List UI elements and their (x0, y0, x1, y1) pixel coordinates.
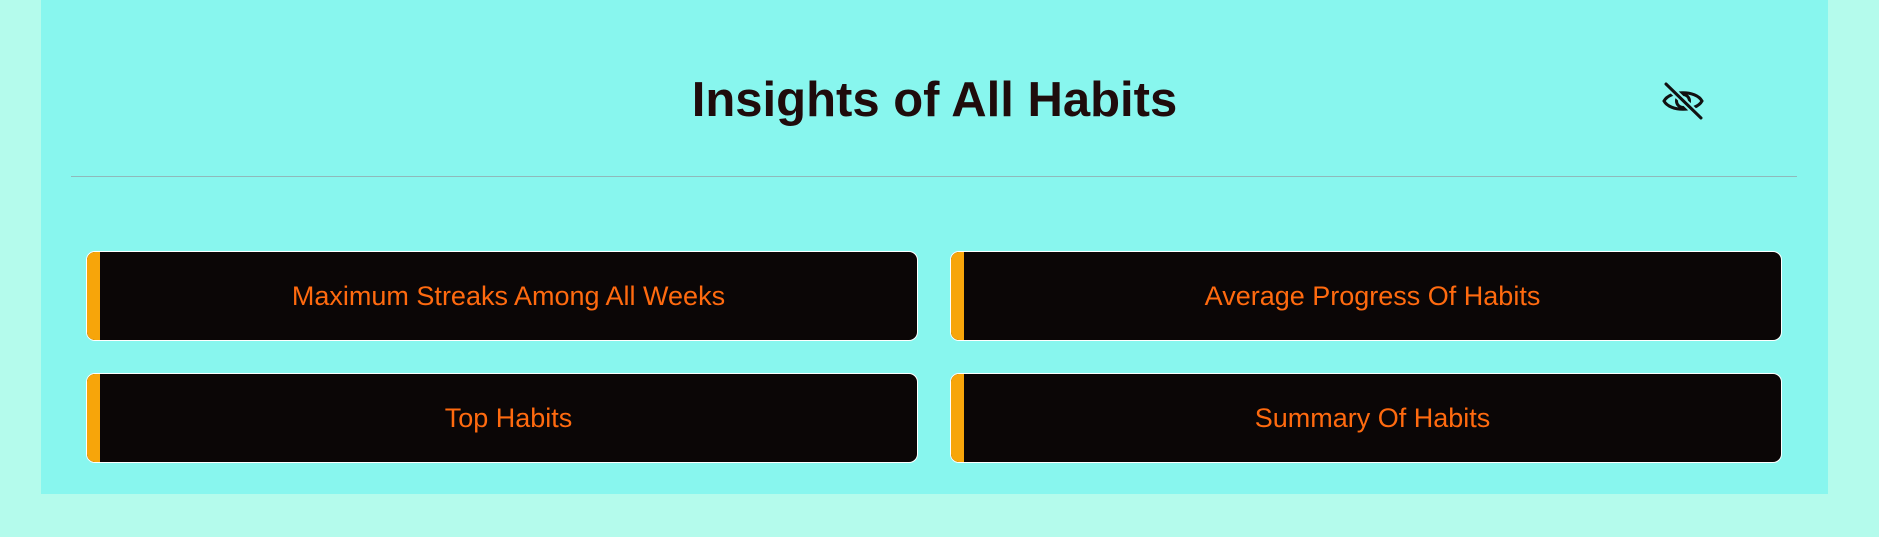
card-label: Top Habits (444, 402, 573, 433)
page-title: Insights of All Habits (691, 73, 1178, 127)
insights-panel: Insights of All Habits Maximum Streaks A… (41, 0, 1828, 494)
card-accent-bar (87, 252, 100, 340)
card-accent-bar (87, 374, 100, 462)
card-label: Maximum Streaks Among All Weeks (291, 280, 726, 311)
insights-header: Insights of All Habits (41, 0, 1828, 176)
hide-insights-button[interactable] (1656, 76, 1710, 126)
card-label: Average Progress Of Habits (1204, 280, 1541, 311)
header-divider (71, 176, 1797, 177)
card-accent-bar (951, 374, 964, 462)
average-progress-card[interactable]: Average Progress Of Habits (950, 251, 1782, 341)
card-label: Summary Of Habits (1254, 402, 1491, 433)
card-accent-bar (951, 252, 964, 340)
summary-of-habits-card[interactable]: Summary Of Habits (950, 373, 1782, 463)
max-streaks-card[interactable]: Maximum Streaks Among All Weeks (86, 251, 918, 341)
eye-off-icon (1662, 81, 1704, 121)
top-habits-card[interactable]: Top Habits (86, 373, 918, 463)
